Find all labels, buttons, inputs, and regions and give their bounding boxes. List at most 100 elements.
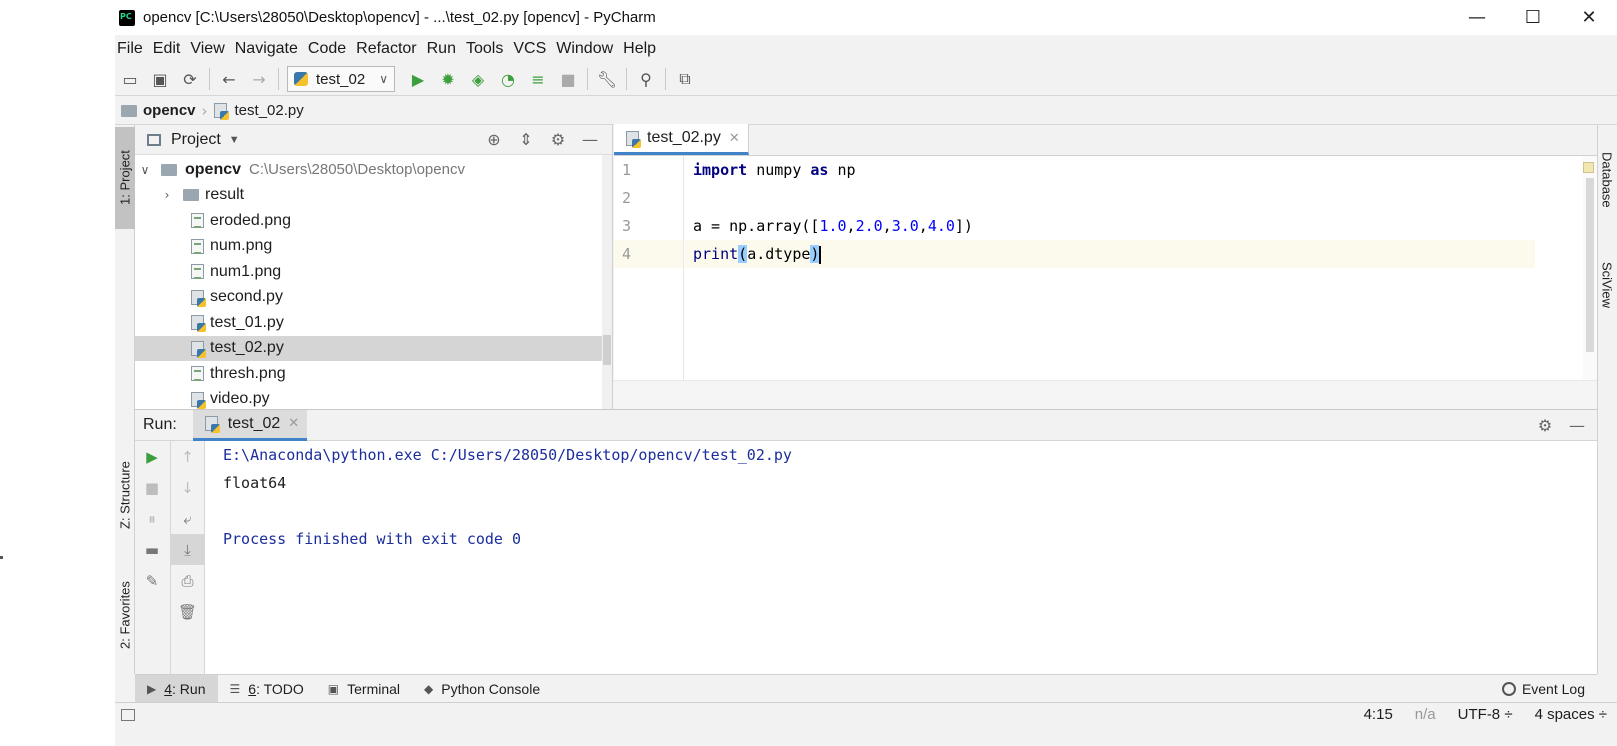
event-log-button[interactable]: Event Log: [1501, 681, 1597, 697]
maximize-button[interactable]: ☐: [1505, 0, 1561, 35]
tool-tab-project[interactable]: 1: Project: [115, 127, 135, 229]
tree-item-thresh[interactable]: thresh.png: [135, 361, 612, 387]
tree-item-label: test_02.py: [210, 339, 284, 357]
image-file-icon: [191, 213, 204, 229]
gear-icon[interactable]: ⚙: [542, 130, 574, 149]
python-icon: [294, 72, 308, 86]
console-output[interactable]: E:\Anaconda\python.exe C:/Users/28050/De…: [223, 441, 792, 553]
stop-icon[interactable]: ■: [553, 66, 583, 92]
coverage-icon[interactable]: ◈: [463, 66, 493, 92]
chevron-down-icon[interactable]: ▼: [229, 134, 240, 146]
chevron-right-icon[interactable]: ›: [159, 188, 175, 202]
caret-position[interactable]: 4:15: [1364, 706, 1393, 723]
open-folder-icon[interactable]: ▭: [115, 66, 145, 92]
menu-edit[interactable]: Edit: [151, 40, 187, 58]
tree-item-test01[interactable]: test_01.py: [135, 310, 612, 336]
debug-bug-icon[interactable]: ✹: [433, 66, 463, 92]
tool-tab-sciview-label: SciView: [1599, 261, 1615, 308]
print-icon[interactable]: ⎙: [171, 565, 204, 596]
editor-horizontal-scrollbar[interactable]: [614, 380, 1597, 409]
scroll-to-end-icon[interactable]: ⤓: [171, 534, 204, 565]
scrollbar-thumb[interactable]: [603, 335, 611, 365]
hide-panel-icon[interactable]: —: [1561, 416, 1593, 435]
inspection-status-icon[interactable]: [1583, 162, 1594, 173]
tree-item-test02[interactable]: test_02.py: [135, 335, 612, 361]
project-panel-title[interactable]: Project: [171, 131, 221, 149]
gear-icon[interactable]: ⚙: [1529, 416, 1561, 435]
profile-icon[interactable]: ◔: [493, 66, 523, 92]
rerun-icon[interactable]: ▶: [135, 441, 169, 472]
up-arrow-icon[interactable]: ↑: [171, 441, 204, 472]
editor-scrollbar[interactable]: [1583, 156, 1597, 380]
menu-refactor[interactable]: Refactor: [354, 40, 422, 58]
terminal-icon: ▣: [327, 681, 340, 696]
search-icon[interactable]: ⚲: [631, 66, 661, 92]
collapse-all-icon[interactable]: ⇕: [510, 130, 542, 149]
line-separator[interactable]: n/a: [1415, 706, 1436, 723]
presentation-icon[interactable]: ⧉: [670, 66, 700, 92]
scrollbar-thumb[interactable]: [1586, 178, 1594, 352]
run-configuration-select[interactable]: test_02 ∨: [287, 66, 395, 92]
breadcrumb-project[interactable]: opencv: [143, 102, 196, 119]
pause-icon[interactable]: ⏸︎: [135, 503, 169, 534]
tree-item-result[interactable]: › result: [135, 183, 612, 209]
wrench-settings-icon[interactable]: 🔧︎: [592, 66, 622, 92]
menu-navigate[interactable]: Navigate: [233, 40, 304, 58]
tool-tab-favorites[interactable]: 2: Favorites: [115, 565, 135, 665]
locate-crosshair-icon[interactable]: ⊕: [478, 130, 510, 149]
tree-item-num[interactable]: num.png: [135, 234, 612, 260]
menu-vcs[interactable]: VCS: [511, 40, 552, 58]
editor-tab-test02[interactable]: test_02.py ✕: [614, 124, 749, 155]
forward-arrow-icon[interactable]: →: [244, 66, 274, 92]
sync-icon[interactable]: ⟳: [175, 66, 205, 92]
soft-wrap-icon[interactable]: ⤶: [171, 503, 204, 534]
tree-item-second[interactable]: second.py: [135, 285, 612, 311]
hide-panel-icon[interactable]: —: [574, 130, 606, 149]
tree-root[interactable]: ∨ opencv C:\Users\28050\Desktop\opencv: [135, 157, 612, 183]
trash-icon[interactable]: 🗑︎: [171, 596, 204, 627]
tree-item-label: test_01.py: [210, 313, 284, 331]
save-all-icon[interactable]: ▣: [145, 66, 175, 92]
file-encoding[interactable]: UTF-8 ÷: [1458, 706, 1513, 723]
project-scrollbar[interactable]: [602, 155, 612, 409]
menu-window[interactable]: Window: [554, 40, 619, 58]
menu-file[interactable]: File: [115, 40, 149, 58]
bottom-tab-terminal[interactable]: ▣ Terminal: [316, 675, 412, 703]
close-button[interactable]: ✕: [1561, 0, 1617, 35]
tool-tab-sciview[interactable]: SciView: [1597, 245, 1617, 325]
tool-tab-database[interactable]: Database: [1597, 135, 1617, 225]
tree-item-eroded[interactable]: eroded.png: [135, 208, 612, 234]
code-token: numpy: [747, 161, 811, 179]
back-arrow-icon[interactable]: ←: [214, 66, 244, 92]
code-lines: import numpy as np a = np.array([1.0,2.0…: [685, 156, 1535, 268]
pin-icon[interactable]: ✎: [135, 565, 169, 596]
menu-run[interactable]: Run: [425, 40, 462, 58]
menu-view[interactable]: View: [188, 40, 230, 58]
code-token: a = np.array([: [693, 217, 820, 235]
run-icon[interactable]: ▶: [403, 66, 433, 92]
close-icon[interactable]: ✕: [288, 416, 299, 431]
bottom-tab-run-label: : Run: [172, 680, 206, 697]
stop-icon[interactable]: ■: [135, 472, 169, 503]
chevron-down-icon[interactable]: ∨: [137, 163, 153, 177]
bottom-tab-run[interactable]: ▶ 4: Run: [135, 674, 218, 703]
bottom-tab-python-console-label: Python Console: [441, 680, 541, 697]
project-panel-header: Project ▼ ⊕ ⇕ ⚙ —: [135, 125, 612, 155]
bottom-tab-todo[interactable]: ☰ 6: TODO: [218, 675, 316, 703]
close-icon[interactable]: ✕: [729, 131, 740, 146]
toggle-tool-windows-icon[interactable]: [121, 708, 135, 721]
layout-icon[interactable]: ▬: [135, 534, 169, 565]
down-arrow-icon[interactable]: ↓: [171, 472, 204, 503]
breadcrumb-file[interactable]: test_02.py: [235, 102, 304, 119]
code-editor[interactable]: 1 2 3 4 import numpy as np a = np.array(…: [614, 156, 1597, 380]
bottom-tab-python-console[interactable]: ◆ Python Console: [412, 675, 552, 703]
menu-help[interactable]: Help: [621, 40, 662, 58]
minimize-button[interactable]: —: [1449, 0, 1505, 35]
tool-tab-structure[interactable]: Z: Structure: [115, 445, 135, 545]
tree-item-num1[interactable]: num1.png: [135, 259, 612, 285]
menu-code[interactable]: Code: [306, 40, 352, 58]
indent-setting[interactable]: 4 spaces ÷: [1535, 706, 1607, 723]
run-tab-test02[interactable]: test_02 ✕: [192, 409, 308, 441]
concurrency-icon[interactable]: ≡: [523, 66, 553, 92]
menu-tools[interactable]: Tools: [464, 40, 509, 58]
